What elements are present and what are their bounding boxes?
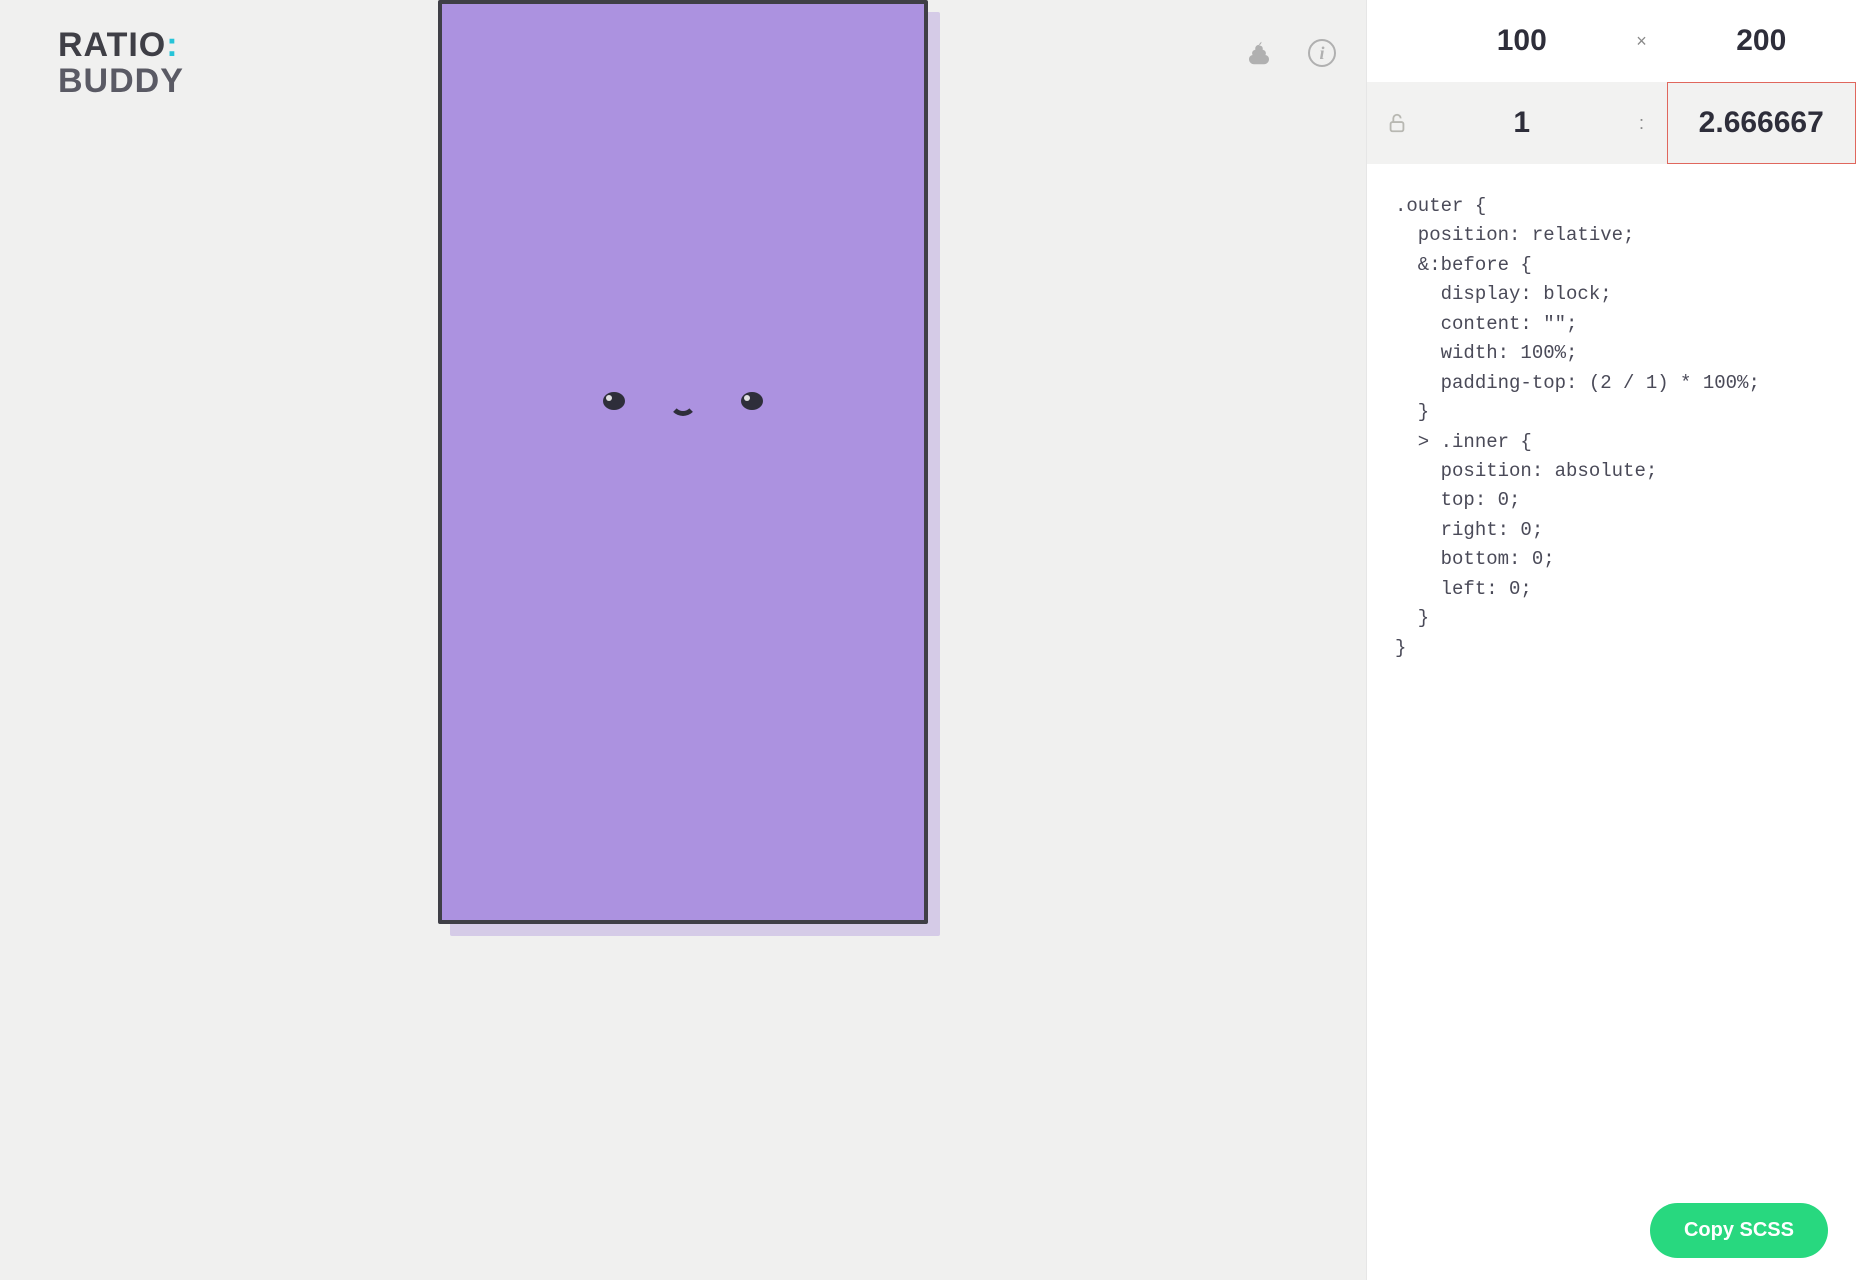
width-input[interactable] bbox=[1427, 0, 1617, 82]
toolbar: i bbox=[1244, 38, 1336, 68]
logo: RATIO: BUDDY bbox=[58, 28, 184, 99]
height-input[interactable] bbox=[1667, 0, 1856, 82]
copy-scss-button[interactable]: Copy SCSS bbox=[1650, 1203, 1828, 1258]
logo-line1: RATIO: bbox=[58, 28, 184, 64]
poop-icon[interactable] bbox=[1244, 38, 1274, 68]
lock-open-icon[interactable] bbox=[1367, 82, 1427, 164]
height-cell bbox=[1667, 0, 1856, 82]
width-cell bbox=[1427, 0, 1617, 82]
smile-icon bbox=[669, 402, 697, 416]
logo-word-ratio: RATIO bbox=[58, 26, 166, 64]
ratio-preview[interactable] bbox=[438, 0, 928, 924]
app: RATIO: BUDDY i bbox=[0, 0, 1856, 1280]
logo-line2: BUDDY bbox=[58, 64, 184, 100]
scss-output[interactable]: .outer { position: relative; &:before { … bbox=[1367, 164, 1856, 1280]
side-panel: × : .outer { position: relative; &:befor… bbox=[1366, 0, 1856, 1280]
ratio-height-input[interactable] bbox=[1668, 83, 1856, 163]
input-grid: × : bbox=[1367, 0, 1856, 164]
eye-right-icon bbox=[741, 392, 763, 410]
info-icon[interactable]: i bbox=[1308, 39, 1336, 67]
ratio-width-input[interactable] bbox=[1427, 82, 1617, 164]
preview-wrap bbox=[438, 0, 928, 924]
eye-left-icon bbox=[603, 392, 625, 410]
main-canvas: RATIO: BUDDY i bbox=[0, 0, 1366, 1280]
logo-colon: : bbox=[166, 26, 178, 64]
colon-separator: : bbox=[1617, 82, 1667, 164]
ratio-width-cell bbox=[1427, 82, 1617, 164]
times-separator: × bbox=[1617, 0, 1667, 82]
ratio-height-cell bbox=[1667, 82, 1856, 164]
face bbox=[603, 392, 763, 442]
spacer bbox=[1367, 0, 1427, 82]
